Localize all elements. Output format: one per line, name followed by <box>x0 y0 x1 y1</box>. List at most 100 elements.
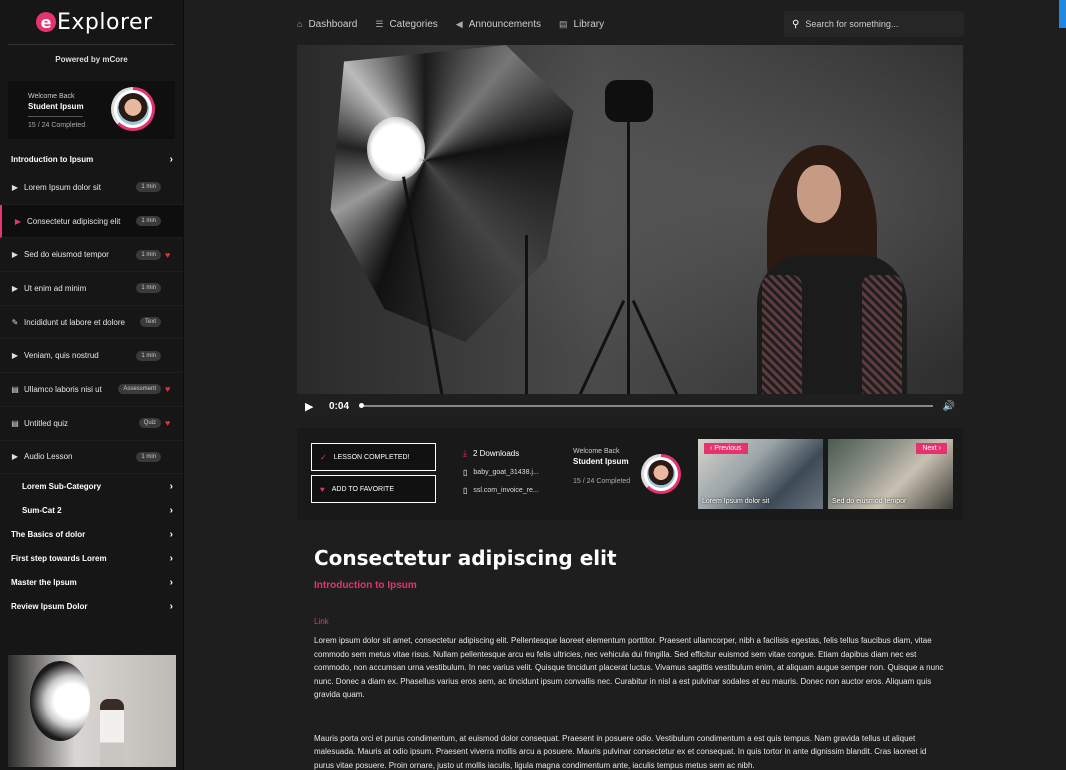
play-icon: ▶ <box>14 216 22 226</box>
next-lesson-card[interactable]: Next › Sed do eiusmod tempor <box>828 439 953 509</box>
light-stand <box>525 235 528 405</box>
section-item[interactable]: The Basics of dolor › <box>0 522 183 546</box>
download-file[interactable]: ▯ ssl.com_invoice_re... <box>463 486 539 495</box>
lesson-badge: 1 min <box>136 451 161 462</box>
lesson-item[interactable]: ▶ Veniam, quis nostrud 1 min <box>0 339 183 374</box>
welcome-summary: Welcome Back Student Ipsum 15 / 24 Compl… <box>573 448 630 485</box>
lesson-category[interactable]: Introduction to Ipsum <box>314 580 946 591</box>
previous-lesson-card[interactable]: ‹ Previous Lorem Ipsum dolor sit <box>698 439 823 509</box>
document-icon: ▤ <box>11 384 19 394</box>
logo[interactable]: e Explorer <box>8 0 175 45</box>
lesson-title: Lorem Ipsum dolor sit <box>24 182 101 192</box>
lesson-title: Audio Lesson <box>24 452 73 462</box>
lesson-title: Consectetur adipiscing elit <box>314 546 617 570</box>
top-nav: ⌂ Dashboard ☰ Categories ◀ Announcements ▤ L… <box>297 11 622 37</box>
section-item-title: First step towards Lorem <box>11 553 107 563</box>
previous-tag: ‹ Previous <box>704 443 748 454</box>
heart-icon[interactable]: ♥ <box>165 384 173 394</box>
progress-ring <box>641 454 681 494</box>
search-icon[interactable]: ⚲ <box>792 19 799 30</box>
welcome-card: Welcome Back Student Ipsum 15 / 24 Compl… <box>8 81 175 139</box>
lesson-title: Veniam, quis nostrud <box>24 351 99 361</box>
previous-title: Lorem Ipsum dolor sit <box>702 498 770 505</box>
next-title: Sed do eiusmod tempor <box>832 498 907 505</box>
avatar[interactable] <box>647 460 675 488</box>
subcategory-item-title: Sum-Cat 2 <box>22 505 62 515</box>
video-time: 0:04 <box>329 400 350 412</box>
section-title: Introduction to Ipsum <box>11 154 94 164</box>
promo-image[interactable] <box>8 655 176 767</box>
play-icon: ▶ <box>11 250 19 260</box>
progress-ring <box>111 87 155 131</box>
heart-icon[interactable]: ♥ <box>165 418 173 428</box>
divider <box>28 116 83 117</box>
downloads: ⤓ 2 Downloads ▯ baby_goat_31438.j... ▯ ssl.… <box>463 448 539 495</box>
lesson-badge: Assessment <box>118 384 161 395</box>
scrollbar-indicator[interactable] <box>1059 0 1066 28</box>
download-file[interactable]: ▯ baby_goat_31438.j... <box>463 468 539 477</box>
play-icon: ▶ <box>11 452 19 462</box>
paragraph: Lorem ipsum dolor sit amet, consectetur … <box>314 636 944 699</box>
lesson-item[interactable]: ▶ Ut enim ad minim 1 min <box>0 272 183 306</box>
lesson-badge: 1 min <box>136 283 161 294</box>
spotlight <box>605 80 653 122</box>
section-item[interactable]: First step towards Lorem › <box>0 546 183 570</box>
chevron-right-icon: › <box>169 153 173 165</box>
course-nav: Introduction to Ipsum › ▶ Lorem Ipsum dol… <box>0 147 183 618</box>
volume-icon[interactable]: 🔊 <box>943 401 955 412</box>
section-item[interactable]: Review Ipsum Dolor › <box>0 594 183 618</box>
section-item[interactable]: Master the Ipsum › <box>0 570 183 594</box>
subcategory-item[interactable]: Lorem Sub-Category › <box>0 474 183 498</box>
add-favorite-button[interactable]: ♥ ADD TO FAVORITE <box>311 475 436 503</box>
section-item-title: Review Ipsum Dolor <box>11 601 88 611</box>
file-icon: ▯ <box>463 486 468 495</box>
lesson-item[interactable]: ▶ Lorem Ipsum dolor sit 1 min <box>0 171 183 205</box>
lesson-item[interactable]: ▶ Sed do eiusmod tempor 1 min ♥ <box>0 238 183 273</box>
nav-announcements[interactable]: ◀ Announcements <box>456 19 541 30</box>
next-tag: Next › <box>916 443 947 454</box>
lesson-info-bar: ✓ LESSON COMPLETED! ♥ ADD TO FAVORITE ⤓ 2… <box>297 428 963 520</box>
lesson-title: Ullamco laboris nisi ut <box>24 384 102 394</box>
lesson-title: Incididunt ut labore et dolore <box>24 317 125 327</box>
seek-bar[interactable] <box>359 403 933 408</box>
file-icon: ▯ <box>463 468 468 477</box>
nav-dashboard[interactable]: ⌂ Dashboard <box>297 19 357 30</box>
play-icon[interactable]: ▶ <box>305 400 321 413</box>
lesson-list: ▶ Lorem Ipsum dolor sit 1 min ▶ Consectetur … <box>0 171 183 475</box>
chevron-right-icon: › <box>169 504 173 516</box>
lesson-title: Sed do eiusmod tempor <box>24 250 109 260</box>
photographer-figure <box>100 699 124 767</box>
lesson-item[interactable]: ▤ Untitled quiz Quiz ♥ <box>0 407 183 441</box>
download-icon: ⤓ <box>463 448 467 458</box>
content-link[interactable]: Link <box>314 617 946 626</box>
logo-mark: e <box>36 12 56 32</box>
avatar[interactable] <box>117 93 149 125</box>
downloads-header: ⤓ 2 Downloads <box>463 448 520 458</box>
section-item-title: The Basics of dolor <box>11 529 86 539</box>
subcategory-list: Lorem Sub-Category › Sum-Cat 2 › <box>0 474 183 522</box>
lesson-badge: Text <box>139 317 161 328</box>
video-player[interactable]: ▶ 0:04 🔊 <box>297 45 963 418</box>
lesson-item[interactable]: ✎ Incididunt ut labore et dolore Text <box>0 306 183 340</box>
lesson-badge: 1 min <box>136 216 161 227</box>
search-input[interactable] <box>805 19 956 29</box>
section-list: The Basics of dolor › First step towards L… <box>0 522 183 618</box>
chevron-right-icon: › <box>169 600 173 612</box>
lesson-item[interactable]: ▤ Ullamco laboris nisi ut Assessment ♥ <box>0 373 183 407</box>
lesson-item[interactable]: ▶ Audio Lesson 1 min <box>0 441 183 475</box>
lesson-badge: 1 min <box>136 350 161 361</box>
seek-handle[interactable] <box>359 403 365 408</box>
lesson-badge: Quiz <box>138 418 161 429</box>
subcategory-item[interactable]: Sum-Cat 2 › <box>0 498 183 522</box>
lesson-title: Untitled quiz <box>24 418 69 428</box>
lesson-item[interactable]: ▶ Consectetur adipiscing elit 1 min <box>0 204 183 239</box>
heart-icon[interactable]: ♥ <box>165 250 173 260</box>
model-figure <box>757 145 907 418</box>
chevron-right-icon: › <box>936 445 941 452</box>
lesson-completed-button[interactable]: ✓ LESSON COMPLETED! <box>311 443 436 471</box>
nav-categories[interactable]: ☰ Categories <box>375 19 437 30</box>
section-header[interactable]: Introduction to Ipsum › <box>0 147 183 171</box>
nav-library[interactable]: ▤ Library <box>559 19 604 30</box>
search-box: ⚲ <box>784 11 964 37</box>
check-icon: ✓ <box>320 452 327 462</box>
